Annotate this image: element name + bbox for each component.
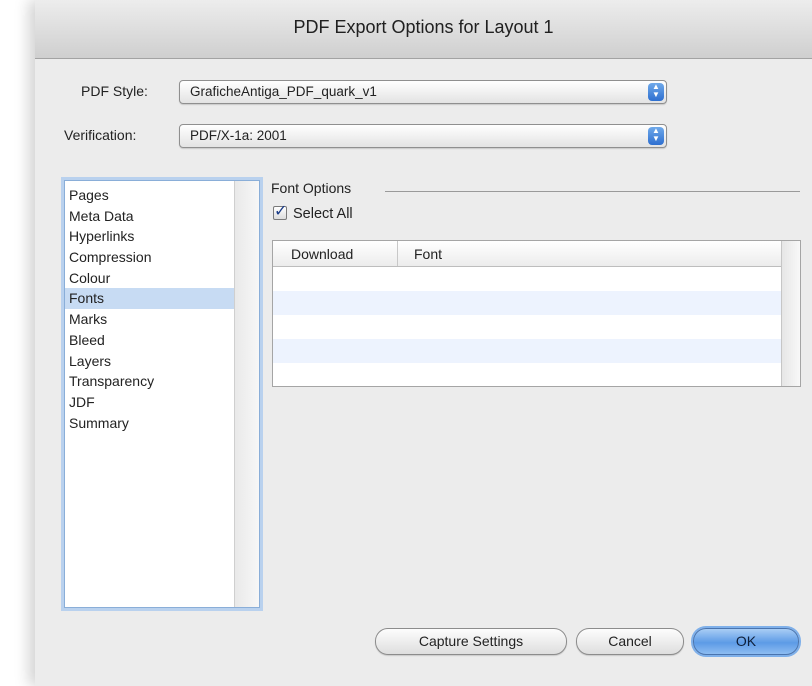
- sidebar-item-fonts[interactable]: Fonts: [65, 288, 234, 310]
- sidebar-item-layers[interactable]: Layers: [65, 351, 234, 372]
- column-download[interactable]: Download: [291, 246, 353, 262]
- sidebar-item-hyperlinks[interactable]: Hyperlinks: [65, 226, 234, 247]
- sidebar-item-meta-data[interactable]: Meta Data: [65, 206, 234, 227]
- sidebar-item-jdf[interactable]: JDF: [65, 392, 234, 413]
- options-category-list[interactable]: Pages Meta Data Hyperlinks Compression C…: [64, 180, 260, 608]
- verification-value: PDF/X-1a: 2001: [190, 128, 287, 143]
- sidebar-item-summary[interactable]: Summary: [65, 413, 234, 434]
- verification-popup[interactable]: PDF/X-1a: 2001 ▲ ▼: [179, 124, 667, 148]
- table-row: [273, 363, 781, 386]
- font-table[interactable]: Download Font: [272, 240, 801, 387]
- table-row: [273, 267, 781, 291]
- column-divider: [397, 241, 398, 266]
- table-header: Download Font: [273, 241, 781, 267]
- capture-settings-button[interactable]: Capture Settings: [375, 628, 567, 655]
- list-scrollbar[interactable]: [234, 181, 259, 607]
- sidebar-item-compression[interactable]: Compression: [65, 247, 234, 268]
- up-down-stepper-icon: ▲ ▼: [648, 127, 664, 145]
- table-row: [273, 339, 781, 363]
- up-down-stepper-icon: ▲ ▼: [648, 83, 664, 101]
- table-row: [273, 291, 781, 315]
- pdf-export-dialog: PDF Export Options for Layout 1 PDF Styl…: [35, 0, 812, 686]
- font-options-title: Font Options: [271, 180, 352, 196]
- table-scrollbar[interactable]: [781, 241, 800, 386]
- cancel-button[interactable]: Cancel: [576, 628, 684, 655]
- sidebar-item-colour[interactable]: Colour: [65, 268, 234, 289]
- sidebar-item-marks[interactable]: Marks: [65, 309, 234, 330]
- sidebar-item-pages[interactable]: Pages: [65, 185, 234, 206]
- verification-label: Verification:: [64, 127, 137, 143]
- pdf-style-popup[interactable]: GraficheAntiga_PDF_quark_v1 ▲ ▼: [179, 80, 667, 104]
- group-divider: [385, 191, 800, 192]
- table-row: [273, 315, 781, 339]
- pdf-style-label: PDF Style:: [81, 83, 148, 99]
- sidebar-item-bleed[interactable]: Bleed: [65, 330, 234, 351]
- pdf-style-value: GraficheAntiga_PDF_quark_v1: [190, 84, 377, 99]
- select-all-label[interactable]: Select All: [293, 206, 353, 222]
- title-bar: PDF Export Options for Layout 1: [35, 0, 812, 59]
- window-title: PDF Export Options for Layout 1: [293, 17, 554, 37]
- sidebar-item-transparency[interactable]: Transparency: [65, 371, 234, 392]
- select-all-checkbox[interactable]: ✓: [273, 203, 287, 220]
- ok-button[interactable]: OK: [693, 628, 799, 655]
- column-font[interactable]: Font: [414, 246, 442, 262]
- checkmark-icon: ✓: [274, 203, 288, 220]
